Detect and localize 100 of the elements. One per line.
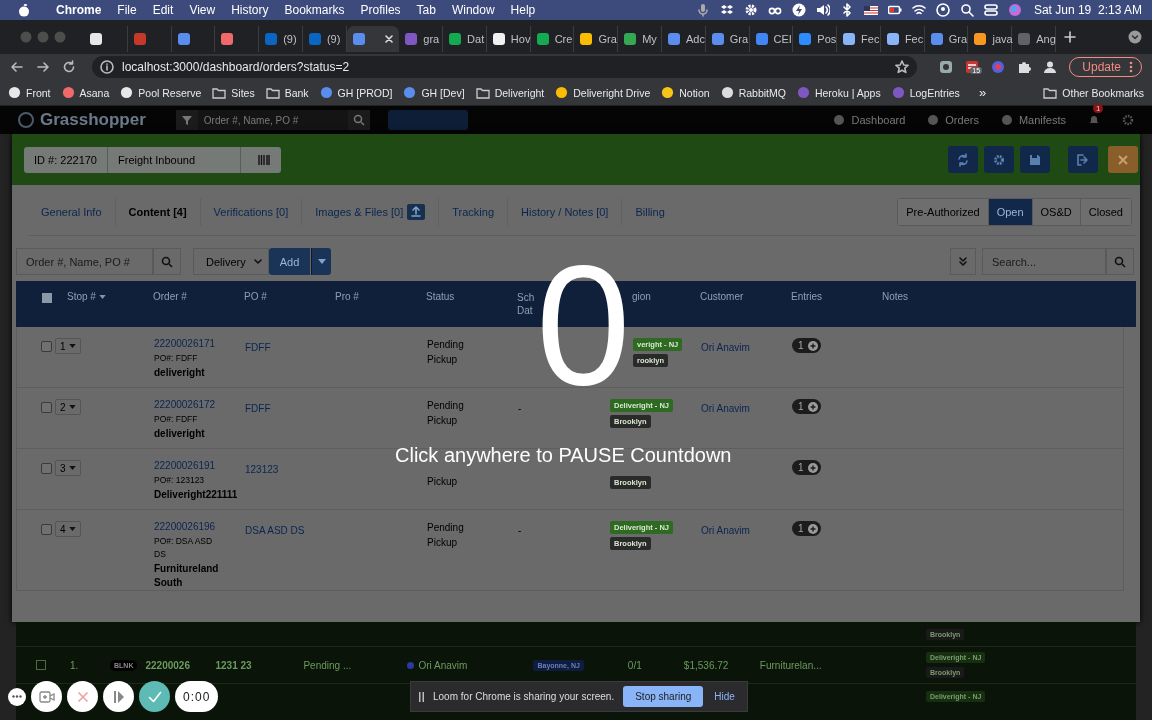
add-button[interactable]: Add (268, 248, 311, 275)
order-link[interactable]: 22200026 (145, 659, 216, 671)
checkbox[interactable] (36, 660, 46, 670)
refresh-button[interactable] (948, 146, 978, 173)
bookmark[interactable]: Asana (61, 86, 110, 99)
search-icon[interactable] (959, 3, 974, 17)
bookmark[interactable]: Pool Reserve (120, 86, 202, 99)
menu-item[interactable]: History (231, 3, 269, 17)
browser-tab[interactable]: My (618, 26, 662, 52)
browser-tab[interactable]: Gra (924, 26, 969, 52)
search-field[interactable]: Order #, Name, PO # (16, 248, 153, 275)
column-header[interactable]: Pro # (335, 291, 359, 302)
menu-item[interactable]: File (117, 3, 137, 17)
new-tab-icon[interactable] (1064, 31, 1076, 43)
gear-icon[interactable] (743, 3, 758, 17)
browser-tab[interactable]: CEI (749, 26, 794, 52)
menu-item[interactable]: Window (451, 3, 495, 17)
browser-tab[interactable]: Dat (443, 26, 487, 52)
checkbox[interactable] (42, 293, 52, 303)
address-bar[interactable]: localhost:3000/dashboard/orders?status=2 (92, 56, 918, 78)
stop-select[interactable]: 3 (55, 460, 81, 476)
menu-item[interactable]: Help (510, 3, 536, 17)
search-button[interactable] (347, 110, 370, 130)
browser-tab[interactable]: Pos (793, 26, 838, 52)
column-header[interactable]: Status (426, 291, 455, 302)
profile-icon[interactable] (1043, 60, 1058, 74)
browser-tab[interactable]: Adc (662, 26, 706, 52)
menu-item[interactable]: Edit (152, 3, 174, 17)
browser-tab[interactable]: (9) (302, 26, 347, 52)
extension-icon[interactable] (939, 60, 954, 74)
browser-tab[interactable]: Fec (837, 26, 881, 52)
flag-icon[interactable] (863, 3, 878, 17)
share-button[interactable] (1068, 146, 1098, 173)
bookmark[interactable]: Front (8, 86, 51, 99)
bookmark[interactable]: LogEntries (891, 86, 960, 99)
bookmark[interactable]: RabbitMQ (720, 86, 786, 99)
star-icon[interactable] (895, 60, 910, 74)
bookmark[interactable]: Deliveright Drive (555, 86, 651, 99)
upload-icon[interactable] (407, 204, 426, 220)
browser-tab[interactable]: Ang (1012, 26, 1056, 52)
bell-icon[interactable] (1088, 114, 1100, 126)
checkbox[interactable] (41, 463, 52, 474)
hide-button[interactable]: Hide (712, 691, 737, 702)
nav-link[interactable]: Orders (927, 114, 979, 126)
browser-tab[interactable]: java (968, 26, 1013, 52)
bolt-icon[interactable] (791, 3, 806, 17)
nav-link[interactable]: Dashboard (833, 114, 906, 126)
browser-tab[interactable]: Fec (880, 26, 925, 52)
stop-select[interactable]: 4 (55, 521, 81, 537)
menu-item[interactable]: View (189, 3, 216, 17)
stop-select[interactable]: 1 (55, 338, 81, 354)
type-select[interactable]: Delivery (193, 248, 269, 275)
bookmark[interactable]: Bank (265, 86, 309, 99)
bookmark[interactable]: GH [Dev] (403, 86, 465, 99)
entries-button[interactable]: 1 (792, 338, 821, 353)
reload-icon[interactable] (62, 60, 76, 74)
column-header[interactable]: PO # (244, 291, 267, 302)
tab[interactable]: Content [4] (115, 198, 201, 226)
column-header[interactable]: gion (632, 291, 651, 302)
settings-icon[interactable] (1122, 114, 1134, 126)
settings-button[interactable] (984, 146, 1014, 173)
stop-sharing-button[interactable]: Stop sharing (623, 686, 704, 707)
toggles-icon[interactable] (983, 3, 998, 17)
bookmark[interactable]: Heroku | Apps (796, 86, 881, 99)
column-header[interactable]: Order # (153, 291, 187, 302)
orb-icon[interactable] (1007, 3, 1022, 17)
bookmark[interactable]: Notion (661, 86, 710, 99)
column-header[interactable]: Notes (882, 291, 909, 302)
diamond-icon[interactable] (719, 3, 734, 17)
filter-button[interactable] (175, 110, 198, 130)
browser-tab[interactable]: Gra (705, 26, 750, 52)
entries-button[interactable]: 1 (792, 460, 821, 475)
browser-tab[interactable]: gra (399, 26, 444, 52)
checkbox[interactable] (41, 341, 52, 352)
checkbox[interactable] (41, 524, 52, 535)
entries-button[interactable]: 1 (792, 521, 821, 536)
entries-button[interactable]: 1 (792, 399, 821, 414)
checkbox[interactable] (41, 402, 52, 413)
stop-select[interactable]: 2 (55, 399, 81, 415)
column-header[interactable]: Sch Dat (517, 291, 537, 317)
menu-item[interactable]: Bookmarks (284, 3, 345, 17)
speaker-icon[interactable] (815, 3, 830, 17)
bookmark[interactable]: GH [PROD] (319, 86, 393, 99)
dropdown-button[interactable] (311, 248, 332, 275)
browser-tab[interactable]: Gra (574, 26, 619, 52)
browser-tab[interactable]: Cre (530, 26, 575, 52)
bookmark[interactable]: Deliveright (475, 86, 545, 99)
search-button[interactable] (1106, 248, 1134, 275)
forward-icon[interactable] (36, 60, 50, 74)
tab-search-icon[interactable] (1128, 30, 1142, 44)
browser-tab[interactable]: Hov (486, 26, 531, 52)
browser-tab[interactable]: (9) (259, 26, 303, 52)
app-menu[interactable]: Chrome (56, 3, 102, 17)
save-button[interactable] (1020, 146, 1050, 173)
status-filter-button[interactable]: Pre-Authorized (898, 199, 989, 225)
status-filter-button[interactable]: OS&D (1032, 199, 1081, 225)
column-header[interactable]: Customer (700, 291, 744, 302)
more-button[interactable] (8, 687, 26, 706)
battery-icon[interactable] (887, 3, 902, 17)
extension-icon[interactable] (965, 60, 980, 74)
